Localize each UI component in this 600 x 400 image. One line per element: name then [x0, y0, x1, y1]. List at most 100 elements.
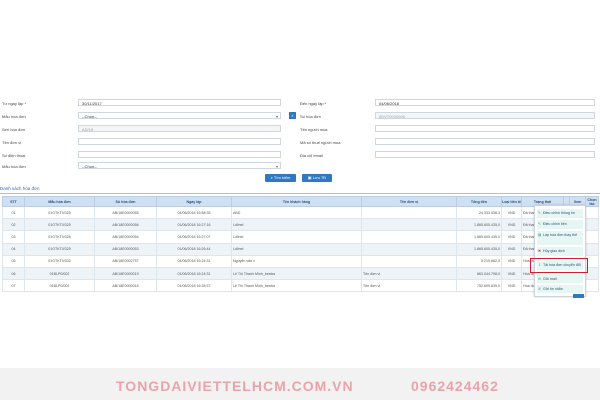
table-row[interactable]: 06 01BLP0/002 AB/18E0000019 01/06/2018 1… — [2, 266, 599, 281]
menu-item-send-sms[interactable]: ✆ Gửi tin nhắn — [537, 285, 583, 293]
menu-item-label: Hủy giao dịch — [543, 249, 565, 253]
table-row[interactable]: 03 01GTKT0/326 AB/18E0000054 01/06/2018 … — [2, 230, 599, 244]
cell-date: 01/06/2018 16:24:31 — [156, 254, 232, 268]
cell-currency: VND — [501, 242, 522, 256]
cell-stt: 04 — [2, 242, 25, 256]
cell-unit — [361, 230, 457, 244]
search-button[interactable]: ⌕ Tìm kiếm — [265, 174, 296, 182]
cell-total: 863.044.798,0 — [456, 266, 502, 281]
footer-brand: TONGDAIVIETTELHCM.COM.VN — [116, 378, 354, 394]
from-date-input[interactable]: 30/11/2017 — [78, 99, 281, 106]
cell-invoice-no[interactable]: AB/18E0000054 — [94, 230, 157, 244]
table-row[interactable]: 01 01GTKT0/325 AB/18E0000055 01/06/2018 … — [2, 205, 599, 220]
close-icon: ✖ — [538, 249, 541, 253]
save-button[interactable]: ▣ Lưu TĐ — [302, 174, 332, 182]
buyer-name-input[interactable] — [375, 125, 595, 132]
cell-invoice-no[interactable]: AB/18E0002757 — [94, 254, 157, 268]
table-row[interactable]: 05 01GTKT0/332 AB/18E0002757 01/06/2018 … — [2, 254, 599, 268]
cell-actions[interactable] — [585, 205, 599, 220]
invoice-management-page: Từ ngày lập * 30/11/2017 Đến ngày lập * … — [0, 0, 600, 400]
to-date-input[interactable]: 04/06/2018 — [375, 99, 595, 106]
cell-template: 01GTKT0/325 — [24, 242, 95, 256]
cell-template: 01BLP0/002 — [24, 266, 95, 281]
cell-unit: Tên đơn vị — [361, 266, 457, 281]
cell-stt: 07 — [2, 279, 25, 293]
email-input[interactable] — [375, 151, 595, 158]
cell-actions[interactable] — [585, 279, 599, 293]
menu-item-adjust-amount[interactable]: ✎ Điều chỉnh tiền — [537, 220, 583, 229]
highlight-box — [530, 258, 588, 273]
cell-actions[interactable] — [585, 242, 599, 256]
invoice-type-select[interactable]: --Chọn-- ▾ — [78, 162, 281, 169]
table-header-row: STT Mẫu hóa đơn Số hóa đơn Ngày lập Tên … — [2, 196, 599, 207]
cell-date: 01/06/2018 16:27:16 — [156, 218, 232, 232]
header-stt[interactable]: STT — [2, 196, 25, 207]
unit-input[interactable] — [78, 138, 281, 145]
invoice-no-input[interactable]: 8DVT0000006 — [375, 112, 595, 119]
cell-invoice-no[interactable]: AB/18E0000055 — [94, 205, 157, 220]
pagination-button[interactable] — [573, 294, 584, 298]
serial-input[interactable]: AD/18 — [78, 125, 281, 132]
cell-invoice-no[interactable]: AB/18E0000056 — [94, 218, 157, 232]
cell-invoice-no[interactable]: AB/18E0000019 — [94, 266, 157, 281]
menu-item-replace-invoice[interactable]: ▤ Lập hóa đơn thay thế — [537, 231, 583, 245]
cell-stt: 03 — [2, 230, 25, 244]
header-unit[interactable]: Tên đơn vị — [361, 196, 457, 207]
cell-actions[interactable] — [585, 230, 599, 244]
cell-customer: Lê Thị Thanh Minh_bestcs — [231, 279, 362, 293]
cell-currency: VND — [501, 254, 522, 268]
cell-unit — [361, 242, 457, 256]
header-date[interactable]: Ngày lập — [156, 196, 232, 207]
phone-label: Số điện thoại — [2, 153, 26, 158]
menu-item-label: Điều chỉnh thông tin — [543, 211, 575, 215]
email-label: Địa chỉ email — [300, 153, 323, 158]
menu-item-send-mail[interactable]: ✉ Gửi mail — [537, 275, 583, 283]
cell-total: 24.333.538,3 — [456, 205, 502, 220]
invoice-type-label: Mẫu hóa đơn — [2, 164, 26, 169]
cell-currency: VND — [501, 218, 522, 232]
chevron-down-icon: ▾ — [275, 114, 278, 119]
buyer-name-label: Tên người mua — [300, 127, 328, 132]
table-row[interactable]: 02 01GTKT0/325 AB/18E0000056 01/06/2018 … — [2, 218, 599, 232]
menu-item-adjust-info[interactable]: ✎ Điều chỉnh thông tin — [537, 209, 583, 218]
phone-input[interactable] — [78, 151, 281, 158]
section-divider — [0, 193, 600, 194]
cell-date: 01/06/2018 16:28:37 — [156, 279, 232, 293]
edit-icon: ✎ — [538, 222, 541, 226]
cell-date: 01/06/2018 16:24:31 — [156, 266, 232, 281]
cell-total: 1.865.605.435,0 — [456, 230, 502, 244]
cell-customer: Ldlinel — [231, 218, 362, 232]
menu-item-label: Gửi mail — [543, 277, 557, 281]
cell-customer: Ldlinel — [231, 230, 362, 244]
cell-invoice-no[interactable]: AB/18E0000053 — [94, 242, 157, 256]
cell-template: 01BLP0/002 — [24, 279, 95, 293]
header-invoice-no[interactable]: Số hóa đơn — [94, 196, 157, 207]
header-total[interactable]: Tổng tiền — [456, 196, 502, 207]
cell-stt: 01 — [2, 205, 25, 220]
cell-invoice-no[interactable]: AB/18E0000016 — [94, 279, 157, 293]
cell-unit: Tên đơn vị — [361, 279, 457, 293]
table-row[interactable]: 04 01GTKT0/325 AB/18E0000053 01/06/2018 … — [2, 242, 599, 256]
tax-code-input[interactable] — [375, 138, 595, 145]
from-date-label: Từ ngày lập * — [2, 101, 27, 106]
template-select[interactable]: --Chọn-- ▾ — [78, 112, 281, 119]
menu-item-label: Lập hóa đơn thay thế — [543, 233, 578, 237]
table-row[interactable]: 07 01BLP0/002 AB/18E0000016 01/06/2018 1… — [2, 279, 599, 293]
lookup-button[interactable]: ⌕ — [289, 112, 296, 119]
header-customer[interactable]: Tên khách hàng — [231, 196, 362, 207]
header-currency[interactable]: Loại tiền tệ — [501, 196, 522, 207]
to-date-label: Đến ngày lập * — [300, 101, 327, 106]
cell-actions[interactable] — [585, 218, 599, 232]
cell-total: 1.865.605.435,0 — [456, 218, 502, 232]
menu-item-cancel[interactable]: ✖ Hủy giao dịch — [537, 247, 583, 256]
cell-total: 5.215.682,5 — [456, 254, 502, 268]
cell-customer: Lê Thị Thanh Minh_bestcs — [231, 266, 362, 281]
save-button-label: Lưu TĐ — [312, 175, 327, 180]
message-icon: ✆ — [538, 287, 541, 291]
header-actions[interactable]: Chọn tác — [585, 196, 599, 207]
search-button-label: Tìm kiếm — [273, 175, 291, 180]
unit-label: Tên đơn vị — [2, 140, 22, 145]
cell-template: 01GTKT0/325 — [24, 218, 95, 232]
cell-template: 01GTKT0/332 — [24, 254, 95, 268]
header-template[interactable]: Mẫu hóa đơn — [24, 196, 95, 207]
